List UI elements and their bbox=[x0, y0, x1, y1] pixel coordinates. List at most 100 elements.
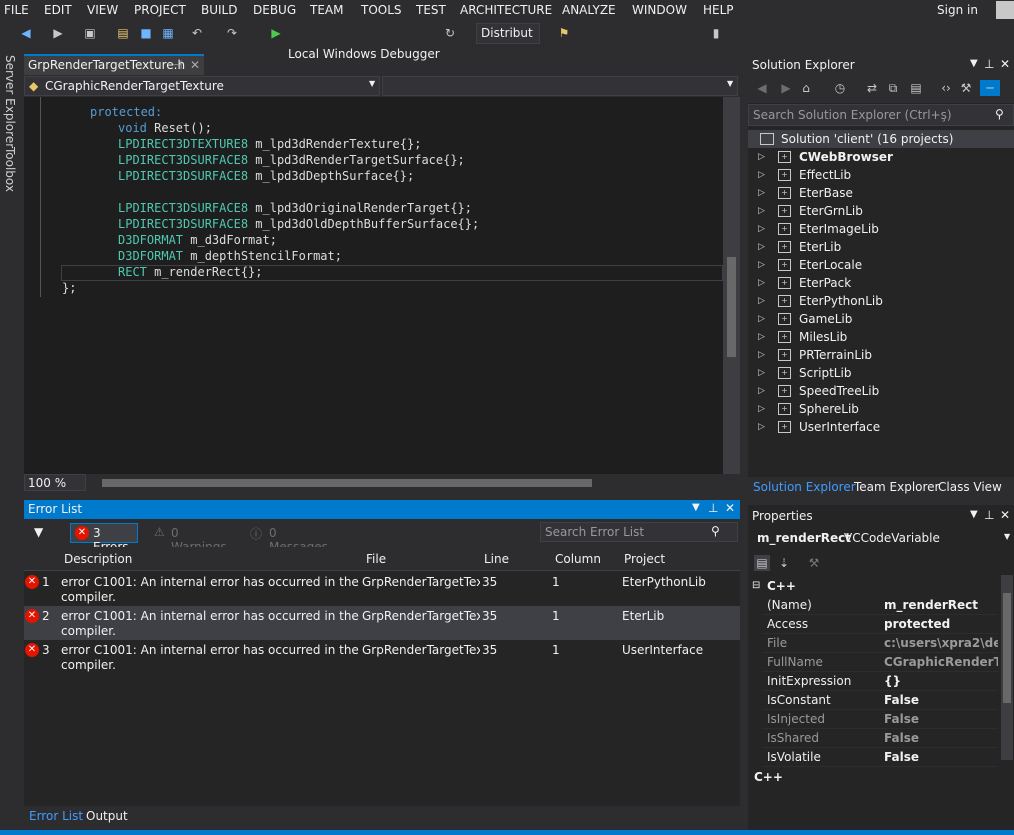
project-node[interactable]: ▷ + EffectLib bbox=[748, 166, 1014, 184]
code-line[interactable]: }; bbox=[62, 280, 76, 296]
error-row[interactable]: ✕ 2 error C1001: An internal error has occ… bbox=[24, 606, 740, 640]
categorized-icon[interactable]: ▤ bbox=[754, 555, 770, 571]
pin-icon[interactable]: ⊣ bbox=[172, 58, 182, 72]
project-node[interactable]: ▷ + EterImageLib bbox=[748, 220, 1014, 238]
expand-icon[interactable]: ▷ bbox=[758, 328, 765, 346]
open-folder-icon[interactable]: ▤ bbox=[115, 25, 131, 41]
menu-window[interactable]: WINDOW bbox=[632, 3, 687, 17]
project-node[interactable]: ▷ + EterPack bbox=[748, 274, 1014, 292]
show-all-icon[interactable]: ▤ bbox=[908, 80, 924, 96]
col-file[interactable]: File bbox=[366, 552, 386, 566]
project-node[interactable]: ▷ + MilesLib bbox=[748, 328, 1014, 346]
document-tab[interactable]: GrpRenderTargetTexture.h ⊣ ✕ bbox=[24, 54, 204, 75]
warnings-filter-button[interactable]: ⚠ 0 Warnings bbox=[150, 523, 238, 554]
property-row[interactable]: FullNameCGraphicRenderTarg bbox=[762, 653, 998, 672]
redo-icon[interactable]: ↷ bbox=[224, 25, 240, 41]
project-node[interactable]: ▷ + GameLib bbox=[748, 310, 1014, 328]
code-editor[interactable]: protected: void Reset(); LPDIRECT3DTEXTURE… bbox=[24, 97, 723, 474]
close-icon[interactable]: ✕ bbox=[725, 501, 735, 515]
solution-node[interactable]: Solution 'client' (16 projects) bbox=[748, 130, 1014, 148]
code-line[interactable]: LPDIRECT3DTEXTURE8 m_lpd3dRenderTexture{… bbox=[118, 136, 421, 152]
expand-icon[interactable]: ▷ bbox=[758, 238, 765, 256]
menu-view[interactable]: VIEW bbox=[87, 3, 118, 17]
scroll-thumb[interactable] bbox=[727, 257, 736, 357]
history-icon[interactable]: ◷ bbox=[832, 80, 848, 96]
home-icon[interactable]: ⌂ bbox=[798, 80, 814, 96]
expand-icon[interactable]: ▷ bbox=[758, 202, 765, 220]
toolbox-tab[interactable]: Toolbox bbox=[3, 147, 17, 192]
debugger-label[interactable]: Local Windows Debugger bbox=[288, 47, 440, 61]
refresh-icon[interactable]: ↻ bbox=[442, 25, 458, 41]
dropdown-icon[interactable]: ▼ bbox=[692, 502, 700, 513]
back-icon[interactable]: ◀ bbox=[754, 80, 770, 96]
code-line[interactable]: LPDIRECT3DSURFACE8 m_lpd3dOldDepthBuffer… bbox=[118, 216, 479, 232]
code-line[interactable]: LPDIRECT3DSURFACE8 m_lpd3dDepthSurface{}… bbox=[118, 168, 414, 184]
dropdown-icon[interactable]: ▼ bbox=[970, 58, 978, 69]
project-node[interactable]: ▷ + UserInterface bbox=[748, 418, 1014, 436]
zoom-dropdown[interactable]: 100 % bbox=[24, 474, 86, 491]
menu-team[interactable]: TEAM bbox=[310, 3, 343, 17]
close-icon[interactable]: ✕ bbox=[1000, 508, 1010, 522]
tab-output[interactable]: Output bbox=[86, 809, 128, 823]
project-node[interactable]: ▷ + ScriptLib bbox=[748, 364, 1014, 382]
back-icon[interactable]: ◀ bbox=[18, 25, 34, 41]
menu-tools[interactable]: TOOLS bbox=[361, 3, 402, 17]
bookmark-icon[interactable]: ▮ bbox=[708, 25, 724, 41]
messages-filter-button[interactable]: ⓘ 0 Messages bbox=[248, 523, 338, 554]
property-row[interactable]: (Name) m_renderRect bbox=[762, 596, 998, 615]
error-row[interactable]: ✕ 1 error C1001: An internal error has occ… bbox=[24, 572, 740, 606]
tab-class-view[interactable]: Class View bbox=[938, 480, 1002, 494]
menu-debug[interactable]: DEBUG bbox=[253, 3, 296, 17]
menu-test[interactable]: TEST bbox=[416, 3, 446, 17]
member-dropdown[interactable]: ▼ bbox=[382, 76, 738, 96]
pin-icon[interactable]: ⊥ bbox=[708, 501, 718, 515]
pin-icon[interactable]: ⊥ bbox=[984, 57, 994, 71]
filter-icon[interactable]: ▼ bbox=[34, 525, 43, 539]
property-row[interactable]: Filec:\users\xpra2\deskt bbox=[762, 634, 998, 653]
forward-icon[interactable]: ▶ bbox=[50, 25, 66, 41]
code-line[interactable]: protected: bbox=[90, 104, 162, 120]
expand-icon[interactable]: ▷ bbox=[758, 310, 765, 328]
solution-search-input[interactable]: Search Solution Explorer (Ctrl+ş) ⚲ bbox=[748, 104, 1014, 126]
expand-icon[interactable]: ▷ bbox=[758, 292, 765, 310]
alphabetical-icon[interactable]: ⇣ bbox=[776, 555, 792, 571]
errors-filter-button[interactable]: ✕ 3 Errors bbox=[70, 523, 138, 554]
property-row[interactable]: IsInjected False bbox=[762, 710, 998, 729]
project-node[interactable]: ▷ + EterBase bbox=[748, 184, 1014, 202]
expand-icon[interactable]: ▷ bbox=[758, 382, 765, 400]
properties-icon[interactable]: ⚒ bbox=[958, 80, 974, 96]
server-explorer-tab[interactable]: Server Explorer bbox=[3, 55, 17, 148]
scroll-thumb[interactable] bbox=[1003, 593, 1011, 703]
config-dropdown[interactable]: Distribut bbox=[476, 23, 540, 44]
save-icon[interactable]: ■ bbox=[138, 25, 154, 41]
expand-icon[interactable]: ▷ bbox=[758, 256, 765, 274]
col-project[interactable]: Project bbox=[624, 552, 665, 566]
preview-icon[interactable]: ─ bbox=[980, 80, 1000, 96]
project-node[interactable]: ▷ + SpeedTreeLib bbox=[748, 382, 1014, 400]
menu-project[interactable]: PROJECT bbox=[134, 3, 186, 17]
project-node[interactable]: ▷ + CWebBrowser bbox=[748, 148, 1014, 166]
project-node[interactable]: ▷ + PRTerrainLib bbox=[748, 346, 1014, 364]
undo-icon[interactable]: ↶ bbox=[189, 25, 205, 41]
code-line[interactable]: D3DFORMAT m_depthStencilFormat; bbox=[118, 248, 342, 264]
collapse-icon[interactable]: ⧉ bbox=[885, 80, 901, 96]
tab-solution-explorer[interactable]: Solution Explorer bbox=[753, 480, 856, 494]
expand-icon[interactable]: ▷ bbox=[758, 220, 765, 238]
menu-edit[interactable]: EDIT bbox=[44, 3, 72, 17]
expand-icon[interactable]: ▷ bbox=[758, 364, 765, 382]
forward-icon[interactable]: ▶ bbox=[778, 80, 794, 96]
property-pages-icon[interactable]: ⚒ bbox=[806, 555, 822, 571]
property-row[interactable]: IsVolatile False bbox=[762, 748, 998, 767]
sync-icon[interactable]: ⇄ bbox=[864, 80, 880, 96]
property-row[interactable]: InitExpression{} bbox=[762, 672, 998, 691]
project-node[interactable]: ▷ + SphereLib bbox=[748, 400, 1014, 418]
save-all-icon[interactable]: ▦ bbox=[160, 25, 176, 41]
project-node[interactable]: ▷ + EterLib bbox=[748, 238, 1014, 256]
code-icon[interactable]: ‹› bbox=[938, 80, 954, 96]
object-selector[interactable]: m_renderRect VCCodeVariable ▼ bbox=[748, 528, 1014, 548]
expand-icon[interactable]: ▷ bbox=[758, 400, 765, 418]
code-line[interactable]: D3DFORMAT m_d3dFormat; bbox=[118, 232, 277, 248]
error-row[interactable]: ✕ 3 error C1001: An internal error has occ… bbox=[24, 640, 740, 674]
start-debug-icon[interactable]: ▶ bbox=[268, 25, 284, 41]
col-description[interactable]: Description bbox=[64, 552, 132, 566]
